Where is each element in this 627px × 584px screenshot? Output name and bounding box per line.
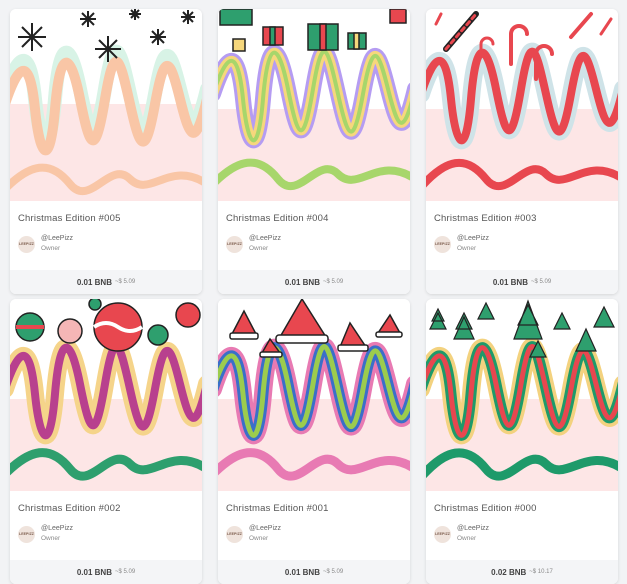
card-title: Christmas Edition #002 [18,503,121,514]
nft-artwork [218,299,410,491]
price-row: 0.02 BNB ~$ 10.17 [426,560,618,584]
price-row: 0.01 BNB ~$ 5.09 [218,560,410,584]
nft-card[interactable]: Christmas Edition #005 LEEPIZZ @LeePizz … [10,9,202,294]
card-title: Christmas Edition #000 [434,503,537,514]
price-usd: ~$ 10.17 [529,569,553,575]
card-title: Christmas Edition #005 [18,213,121,224]
price-row: 0.01 BNB ~$ 5.09 [426,270,618,294]
price-bnb: 0.01 BNB [284,567,320,577]
price-usd: ~$ 5.09 [530,279,552,285]
card-title: Christmas Edition #004 [226,213,329,224]
creator-role: Owner [457,535,477,542]
nft-artwork [426,9,618,201]
price-usd: ~$ 5.09 [114,569,136,575]
creator-role: Owner [457,245,477,252]
creator-handle: @LeePizz [457,235,490,242]
nft-grid: Christmas Edition #005 LEEPIZZ @LeePizz … [0,0,627,584]
creator-role: Owner [249,245,269,252]
card-title: Christmas Edition #001 [226,503,329,514]
price-row: 0.01 BNB ~$ 5.09 [10,560,202,584]
price-bnb: 0.01 BNB [284,277,320,287]
nft-card[interactable]: Christmas Edition #002 LEEPIZZ @LeePizz … [10,299,202,584]
creator-handle: @LeePizz [249,525,282,532]
price-bnb: 0.02 BNB [491,567,527,577]
creator[interactable]: LEEPIZZ @LeePizz Owner [434,524,610,544]
nft-card[interactable]: Christmas Edition #003 LEEPIZZ @LeePizz … [426,9,618,294]
creator[interactable]: LEEPIZZ @LeePizz Owner [434,234,610,254]
price-usd: ~$ 5.09 [322,569,344,575]
price-bnb: 0.01 BNB [492,277,528,287]
creator[interactable]: LEEPIZZ @LeePizz Owner [226,524,402,544]
nft-artwork [218,9,410,201]
nft-card[interactable]: Christmas Edition #004 LEEPIZZ @LeePizz … [218,9,410,294]
price-usd: ~$ 5.09 [322,279,344,285]
price-row: 0.01 BNB ~$ 5.09 [10,270,202,294]
creator-role: Owner [249,535,269,542]
price-row: 0.01 BNB ~$ 5.09 [218,270,410,294]
creator-handle: @LeePizz [41,235,74,242]
avatar: LEEPIZZ [18,525,35,543]
creator-role: Owner [41,245,61,252]
avatar: LEEPIZZ [18,235,35,253]
creator[interactable]: LEEPIZZ @LeePizz Owner [18,234,194,254]
nft-card[interactable]: Christmas Edition #000 LEEPIZZ @LeePizz … [426,299,618,584]
price-bnb: 0.01 BNB [76,567,112,577]
avatar: LEEPIZZ [434,525,451,543]
creator[interactable]: LEEPIZZ @LeePizz Owner [226,234,402,254]
nft-artwork [10,299,202,491]
creator[interactable]: LEEPIZZ @LeePizz Owner [18,524,194,544]
nft-artwork [426,299,618,491]
avatar: LEEPIZZ [434,235,451,253]
nft-card[interactable]: Christmas Edition #001 LEEPIZZ @LeePizz … [218,299,410,584]
card-title: Christmas Edition #003 [434,213,537,224]
creator-handle: @LeePizz [41,525,74,532]
nft-artwork [10,9,202,201]
avatar: LEEPIZZ [226,525,243,543]
avatar: LEEPIZZ [226,235,243,253]
creator-role: Owner [41,535,61,542]
creator-handle: @LeePizz [457,525,490,532]
creator-handle: @LeePizz [249,235,282,242]
price-bnb: 0.01 BNB [76,277,112,287]
price-usd: ~$ 5.09 [114,279,136,285]
